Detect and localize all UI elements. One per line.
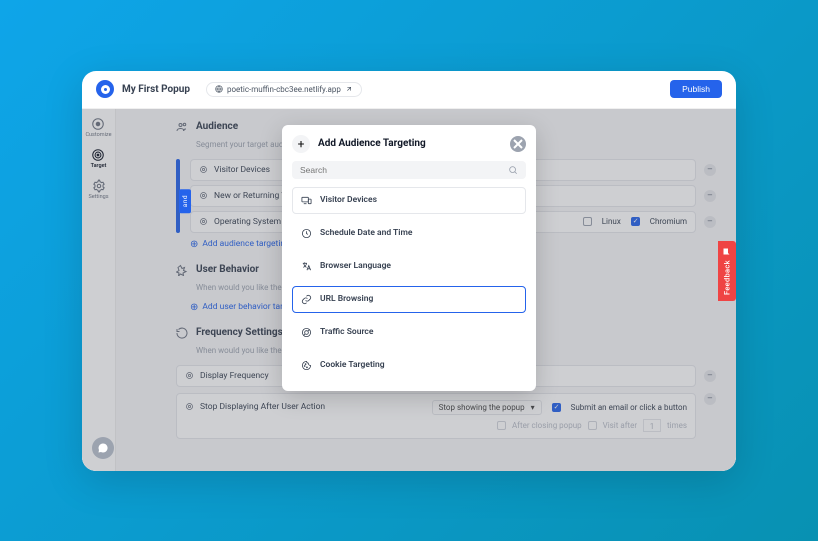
submit-email-checkbox[interactable] (552, 403, 561, 412)
modal-search[interactable] (292, 161, 526, 179)
audience-icon (176, 121, 188, 136)
sidebar-item-label: Target (91, 163, 107, 169)
rule-stop-after-action[interactable]: Stop Displaying After User Action Stop s… (176, 393, 696, 439)
audience-title: Audience (196, 121, 238, 136)
chevron-down-icon: ▾ (531, 403, 535, 412)
external-icon (345, 85, 353, 93)
devices-icon (301, 195, 312, 206)
modal-title: Add Audience Targeting (318, 138, 426, 149)
os-chromium-label: Chromium (650, 217, 687, 226)
url-text: poetic-muffin-cbc3ee.netlify.app (227, 85, 341, 94)
os-chromium-checkbox[interactable] (631, 217, 640, 226)
close-modal-button[interactable] (510, 136, 526, 152)
cookie-icon (301, 360, 312, 371)
logic-and-chip: and (179, 189, 191, 213)
option-schedule[interactable]: Schedule Date and Time (292, 220, 526, 247)
sidebar-item-settings[interactable]: Settings (88, 179, 108, 200)
publish-button[interactable]: Publish (670, 80, 722, 98)
remove-rule-button[interactable]: – (704, 190, 716, 202)
visit-after-checkbox[interactable] (588, 421, 597, 430)
option-cookie-targeting[interactable]: Cookie Targeting (292, 352, 526, 379)
target-small-icon (185, 371, 194, 380)
after-closing-label: After closing popup (512, 421, 582, 430)
plus-icon: + (292, 135, 310, 153)
os-linux-label: Linux (602, 217, 621, 226)
rule-label: Visitor Devices (214, 165, 270, 175)
language-icon (301, 261, 312, 272)
app-logo (96, 80, 114, 98)
chat-icon (723, 247, 732, 256)
add-targeting-modal: + Add Audience Targeting Visitor Devices… (282, 125, 536, 391)
remove-rule-button[interactable]: – (704, 216, 716, 228)
rule-label: Stop Displaying After User Action (200, 402, 325, 412)
rule-label: Display Frequency (200, 371, 269, 381)
visit-count-input[interactable]: 1 (643, 419, 661, 432)
os-linux-checkbox[interactable] (583, 217, 592, 226)
option-label: Visitor Devices (320, 195, 377, 205)
feedback-label: Feedback (723, 260, 732, 295)
sidebar-item-label: Customize (85, 132, 111, 138)
rule-label: Operating System (214, 217, 281, 227)
remove-rule-button[interactable]: – (704, 370, 716, 382)
option-traffic-source[interactable]: Traffic Source (292, 319, 526, 346)
clock-icon (301, 228, 312, 239)
palette-icon (91, 117, 105, 131)
target-small-icon (185, 402, 194, 411)
sidebar: Customize Target Settings (82, 109, 116, 471)
option-label: Cookie Targeting (320, 360, 385, 370)
visit-after-label: Visit after (603, 421, 637, 430)
page-title: My First Popup (122, 84, 190, 95)
close-icon (510, 136, 526, 152)
app-window: My First Popup poetic-muffin-cbc3ee.netl… (82, 71, 736, 471)
frequency-title: Frequency Settings (196, 327, 283, 342)
sidebar-item-customize[interactable]: Customize (85, 117, 111, 138)
modal-options: Visitor Devices Schedule Date and Time B… (292, 187, 526, 379)
feedback-tab[interactable]: Feedback (718, 241, 736, 301)
url-chip[interactable]: poetic-muffin-cbc3ee.netlify.app (206, 82, 362, 97)
remove-rule-button[interactable]: – (704, 164, 716, 176)
option-label: Schedule Date and Time (320, 228, 412, 238)
globe-icon (215, 85, 223, 93)
option-label: Browser Language (320, 261, 391, 271)
behavior-icon (176, 264, 188, 279)
search-icon (508, 165, 518, 175)
after-closing-checkbox[interactable] (497, 421, 506, 430)
option-url-browsing[interactable]: URL Browsing (292, 286, 526, 313)
link-icon (301, 294, 312, 305)
settings-icon (92, 179, 106, 193)
submit-email-label: Submit an email or click a button (571, 403, 687, 412)
source-icon (301, 327, 312, 338)
behavior-title: User Behavior (196, 264, 259, 279)
stop-action-select-value: Stop showing the popup (439, 403, 525, 412)
sidebar-item-target[interactable]: Target (91, 148, 107, 169)
frequency-icon (176, 327, 188, 342)
option-browser-language[interactable]: Browser Language (292, 253, 526, 280)
sidebar-item-label: Settings (88, 194, 108, 200)
option-label: Traffic Source (320, 327, 373, 337)
chat-icon (97, 442, 109, 454)
target-icon (91, 148, 105, 162)
topbar: My First Popup poetic-muffin-cbc3ee.netl… (82, 71, 736, 109)
target-small-icon (199, 191, 208, 200)
times-label: times (667, 421, 687, 430)
help-fab[interactable] (92, 437, 114, 459)
search-input[interactable] (300, 165, 508, 175)
option-label: URL Browsing (320, 294, 373, 304)
target-small-icon (199, 217, 208, 226)
option-visitor-devices[interactable]: Visitor Devices (292, 187, 526, 214)
target-small-icon (199, 165, 208, 174)
stop-action-select[interactable]: Stop showing the popup ▾ (432, 400, 542, 415)
remove-rule-button[interactable]: – (704, 393, 716, 405)
